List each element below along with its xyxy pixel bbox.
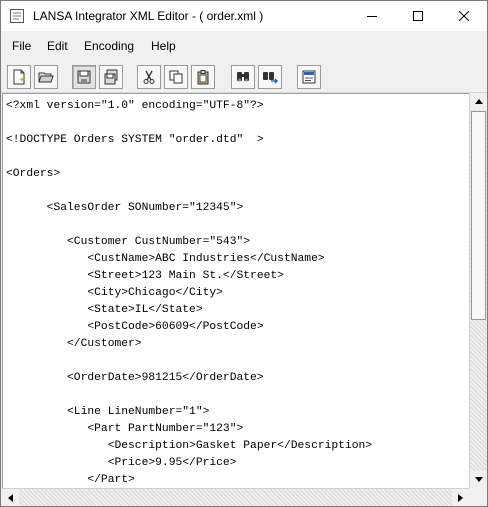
code-line[interactable]: <!DOCTYPE Orders SYSTEM "order.dtd" > [6,132,372,149]
code-line[interactable]: <?xml version="1.0" encoding="UTF-8"?> [6,98,372,115]
minimize-button[interactable] [349,1,395,31]
copy-button[interactable] [164,65,188,89]
code-line[interactable] [6,387,372,404]
menu-edit[interactable]: Edit [47,39,68,53]
code-line[interactable] [6,217,372,234]
arrow-right-icon [458,493,463,502]
code-line[interactable]: <OrderDate>981215</OrderDate> [6,370,372,387]
code-line[interactable]: <Line LineNumber="1"> [6,404,372,421]
title-bar[interactable]: LANSA Integrator XML Editor - ( order.xm… [1,1,487,31]
maximize-icon [413,11,423,21]
code-line[interactable] [6,115,372,132]
vertical-scroll-thumb[interactable] [471,111,486,320]
menu-encoding[interactable]: Encoding [84,39,134,53]
app-icon [10,9,24,23]
code-line[interactable]: <State>IL</State> [6,302,372,319]
new-file-button[interactable] [7,65,31,89]
code-line[interactable]: <PostCode>60609</PostCode> [6,319,372,336]
horizontal-scrollbar[interactable] [2,488,469,506]
save-all-button[interactable] [99,65,123,89]
paste-icon [197,70,209,85]
find-next-icon [263,72,278,84]
open-button[interactable] [34,65,58,89]
cut-icon [143,70,155,84]
close-button[interactable] [441,1,487,31]
window-title: LANSA Integrator XML Editor - ( order.xm… [33,9,264,23]
code-line[interactable]: <Street>123 Main St.</Street> [6,268,372,285]
copy-icon [169,70,183,84]
code-content[interactable]: <?xml version="1.0" encoding="UTF-8"?> <!… [6,98,372,488]
menu-bar: File Edit Encoding Help [1,32,487,61]
properties-button[interactable] [297,65,321,89]
menu-file[interactable]: File [12,39,31,53]
vertical-scrollbar[interactable] [469,93,487,488]
arrow-up-icon [474,99,483,104]
save-all-icon [104,69,118,85]
new-file-icon [13,69,25,85]
arrow-left-icon [8,493,13,502]
scroll-left-button[interactable] [2,489,19,506]
code-line[interactable]: <Description>Gasket Paper</Description> [6,438,372,455]
save-icon [77,70,91,84]
paste-button[interactable] [191,65,215,89]
menu-help[interactable]: Help [151,39,176,53]
code-line[interactable]: <Price>9.95</Price> [6,455,372,472]
code-line[interactable]: <CustName>ABC Industries</CustName> [6,251,372,268]
scrollbar-corner [469,488,487,506]
code-line[interactable] [6,183,372,200]
scroll-down-button[interactable] [470,471,487,488]
open-folder-icon [38,72,54,83]
minimize-icon [367,16,377,17]
find-button[interactable] [231,65,255,89]
scroll-up-button[interactable] [470,93,487,110]
cut-button[interactable] [137,65,161,89]
scroll-right-button[interactable] [452,489,469,506]
code-line[interactable] [6,149,372,166]
properties-icon [302,70,316,84]
arrow-down-icon [474,477,483,482]
xml-editor[interactable]: <?xml version="1.0" encoding="UTF-8"?> <!… [2,93,469,488]
code-line[interactable]: </Part> [6,472,372,488]
code-line[interactable]: <SalesOrder SONumber="12345"> [6,200,372,217]
close-icon [459,11,469,21]
find-next-button[interactable] [258,65,282,89]
maximize-button[interactable] [395,1,441,31]
code-line[interactable]: <Orders> [6,166,372,183]
code-line[interactable]: <Part PartNumber="123"> [6,421,372,438]
app-window: LANSA Integrator XML Editor - ( order.xm… [0,0,488,507]
code-line[interactable]: <City>Chicago</City> [6,285,372,302]
code-line[interactable] [6,353,372,370]
save-button[interactable] [72,65,96,89]
toolbar [1,61,487,93]
find-icon [237,72,249,82]
code-line[interactable]: </Customer> [6,336,372,353]
code-line[interactable]: <Customer CustNumber="543"> [6,234,372,251]
